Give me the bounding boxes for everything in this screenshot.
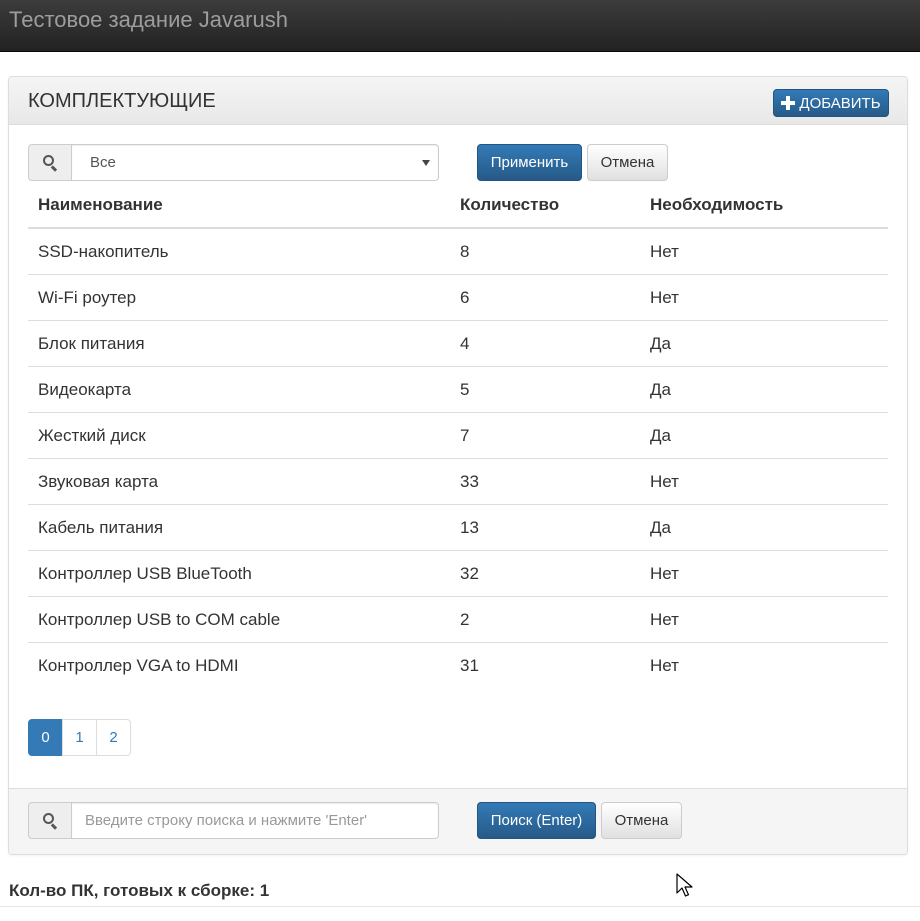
cell-necessity: Нет	[650, 242, 679, 261]
cell-name: Звуковая карта	[38, 472, 159, 491]
cell-necessity: Да	[650, 518, 671, 537]
table-row[interactable]: Контроллер USB BlueTooth 32 Нет	[28, 551, 888, 597]
search-icon	[43, 155, 58, 172]
cell-name: Жесткий диск	[38, 426, 146, 445]
panel-heading: КОМПЛЕКТУЮЩИЕ ДОБАВИТЬ	[9, 77, 907, 125]
search-icon	[43, 813, 58, 830]
table-row[interactable]: SSD-накопитель 8 Нет	[28, 229, 888, 275]
cell-quantity: 8	[460, 242, 470, 261]
cell-quantity: 33	[460, 472, 479, 491]
cell-name: Видеокарта	[38, 380, 132, 399]
cell-name: SSD-накопитель	[38, 242, 169, 261]
caret-down-icon	[422, 160, 430, 166]
search-field-wrap	[71, 802, 439, 839]
pagination: 0 1 2	[28, 719, 131, 756]
page-link-2[interactable]: 2	[96, 719, 131, 756]
header-quantity[interactable]: Количество	[460, 195, 559, 215]
search-cancel-button[interactable]: Отмена	[601, 802, 682, 839]
cell-necessity: Нет	[650, 288, 679, 307]
cell-name: Wi-Fi роутер	[38, 288, 137, 307]
cell-necessity: Да	[650, 426, 671, 445]
cell-necessity: Нет	[650, 564, 679, 583]
components-table: Наименование Количество Необходимость SS…	[28, 183, 888, 689]
cell-quantity: 32	[460, 564, 479, 583]
panel-footer: Поиск (Enter) Отмена	[9, 788, 907, 854]
table-row[interactable]: Контроллер VGA to HDMI 31 Нет	[28, 643, 888, 689]
ready-pc-count: Кол-во ПК, готовых к сборке: 1	[9, 881, 270, 900]
cell-necessity: Да	[650, 334, 671, 353]
page-link-0[interactable]: 0	[28, 719, 63, 756]
filter-select-value: Все	[90, 154, 116, 171]
table-row[interactable]: Блок питания 4 Да	[28, 321, 888, 367]
table-row[interactable]: Контроллер USB to COM cable 2 Нет	[28, 597, 888, 643]
navbar: Тестовое задание Javarush	[0, 0, 920, 52]
cell-necessity: Нет	[650, 656, 679, 675]
table-row[interactable]: Звуковая карта 33 Нет	[28, 459, 888, 505]
cell-necessity: Да	[650, 380, 671, 399]
table-body: SSD-накопитель 8 Нет Wi-Fi роутер 6 Нет Блок…	[28, 229, 888, 689]
cell-quantity: 13	[460, 518, 479, 537]
components-panel: КОМПЛЕКТУЮЩИЕ ДОБАВИТЬ Все Применить Отм…	[8, 76, 908, 855]
app-title[interactable]: Тестовое задание Javarush	[9, 6, 288, 34]
cell-quantity: 2	[460, 610, 470, 629]
cell-name: Контроллер VGA to HDMI	[38, 656, 239, 675]
table-row[interactable]: Кабель питания 13 Да	[28, 505, 888, 551]
add-button-label: ДОБАВИТЬ	[799, 94, 881, 112]
cell-necessity: Нет	[650, 610, 679, 629]
header-name[interactable]: Наименование	[38, 195, 163, 215]
filter-cancel-button[interactable]: Отмена	[587, 144, 668, 181]
page-link-1[interactable]: 1	[62, 719, 97, 756]
cell-name: Кабель питания	[38, 518, 164, 537]
table-row[interactable]: Wi-Fi роутер 6 Нет	[28, 275, 888, 321]
cell-quantity: 31	[460, 656, 479, 675]
cell-name: Блок питания	[38, 334, 145, 353]
divider	[0, 906, 920, 921]
table-row[interactable]: Видеокарта 5 Да	[28, 367, 888, 413]
cell-name: Контроллер USB to COM cable	[38, 610, 281, 629]
panel-title: КОМПЛЕКТУЮЩИЕ	[28, 90, 216, 112]
add-button[interactable]: ДОБАВИТЬ	[773, 89, 889, 117]
cell-name: Контроллер USB BlueTooth	[38, 564, 252, 583]
cell-quantity: 4	[460, 334, 470, 353]
apply-button[interactable]: Применить	[477, 144, 582, 181]
filter-addon	[28, 144, 71, 181]
mouse-cursor-icon	[676, 873, 693, 897]
filter-group: Все	[28, 144, 439, 181]
search-addon	[28, 802, 71, 839]
search-button[interactable]: Поиск (Enter)	[477, 802, 596, 839]
search-group	[28, 802, 439, 839]
cell-quantity: 5	[460, 380, 470, 399]
cell-necessity: Нет	[650, 472, 679, 491]
header-necessity[interactable]: Необходимость	[650, 195, 783, 215]
plus-icon	[781, 96, 796, 110]
cell-quantity: 7	[460, 426, 470, 445]
filter-select[interactable]: Все	[71, 144, 439, 181]
cell-quantity: 6	[460, 288, 470, 307]
table-row[interactable]: Жесткий диск 7 Да	[28, 413, 888, 459]
table-header: Наименование Количество Необходимость	[28, 183, 888, 229]
search-input[interactable]	[72, 803, 438, 838]
